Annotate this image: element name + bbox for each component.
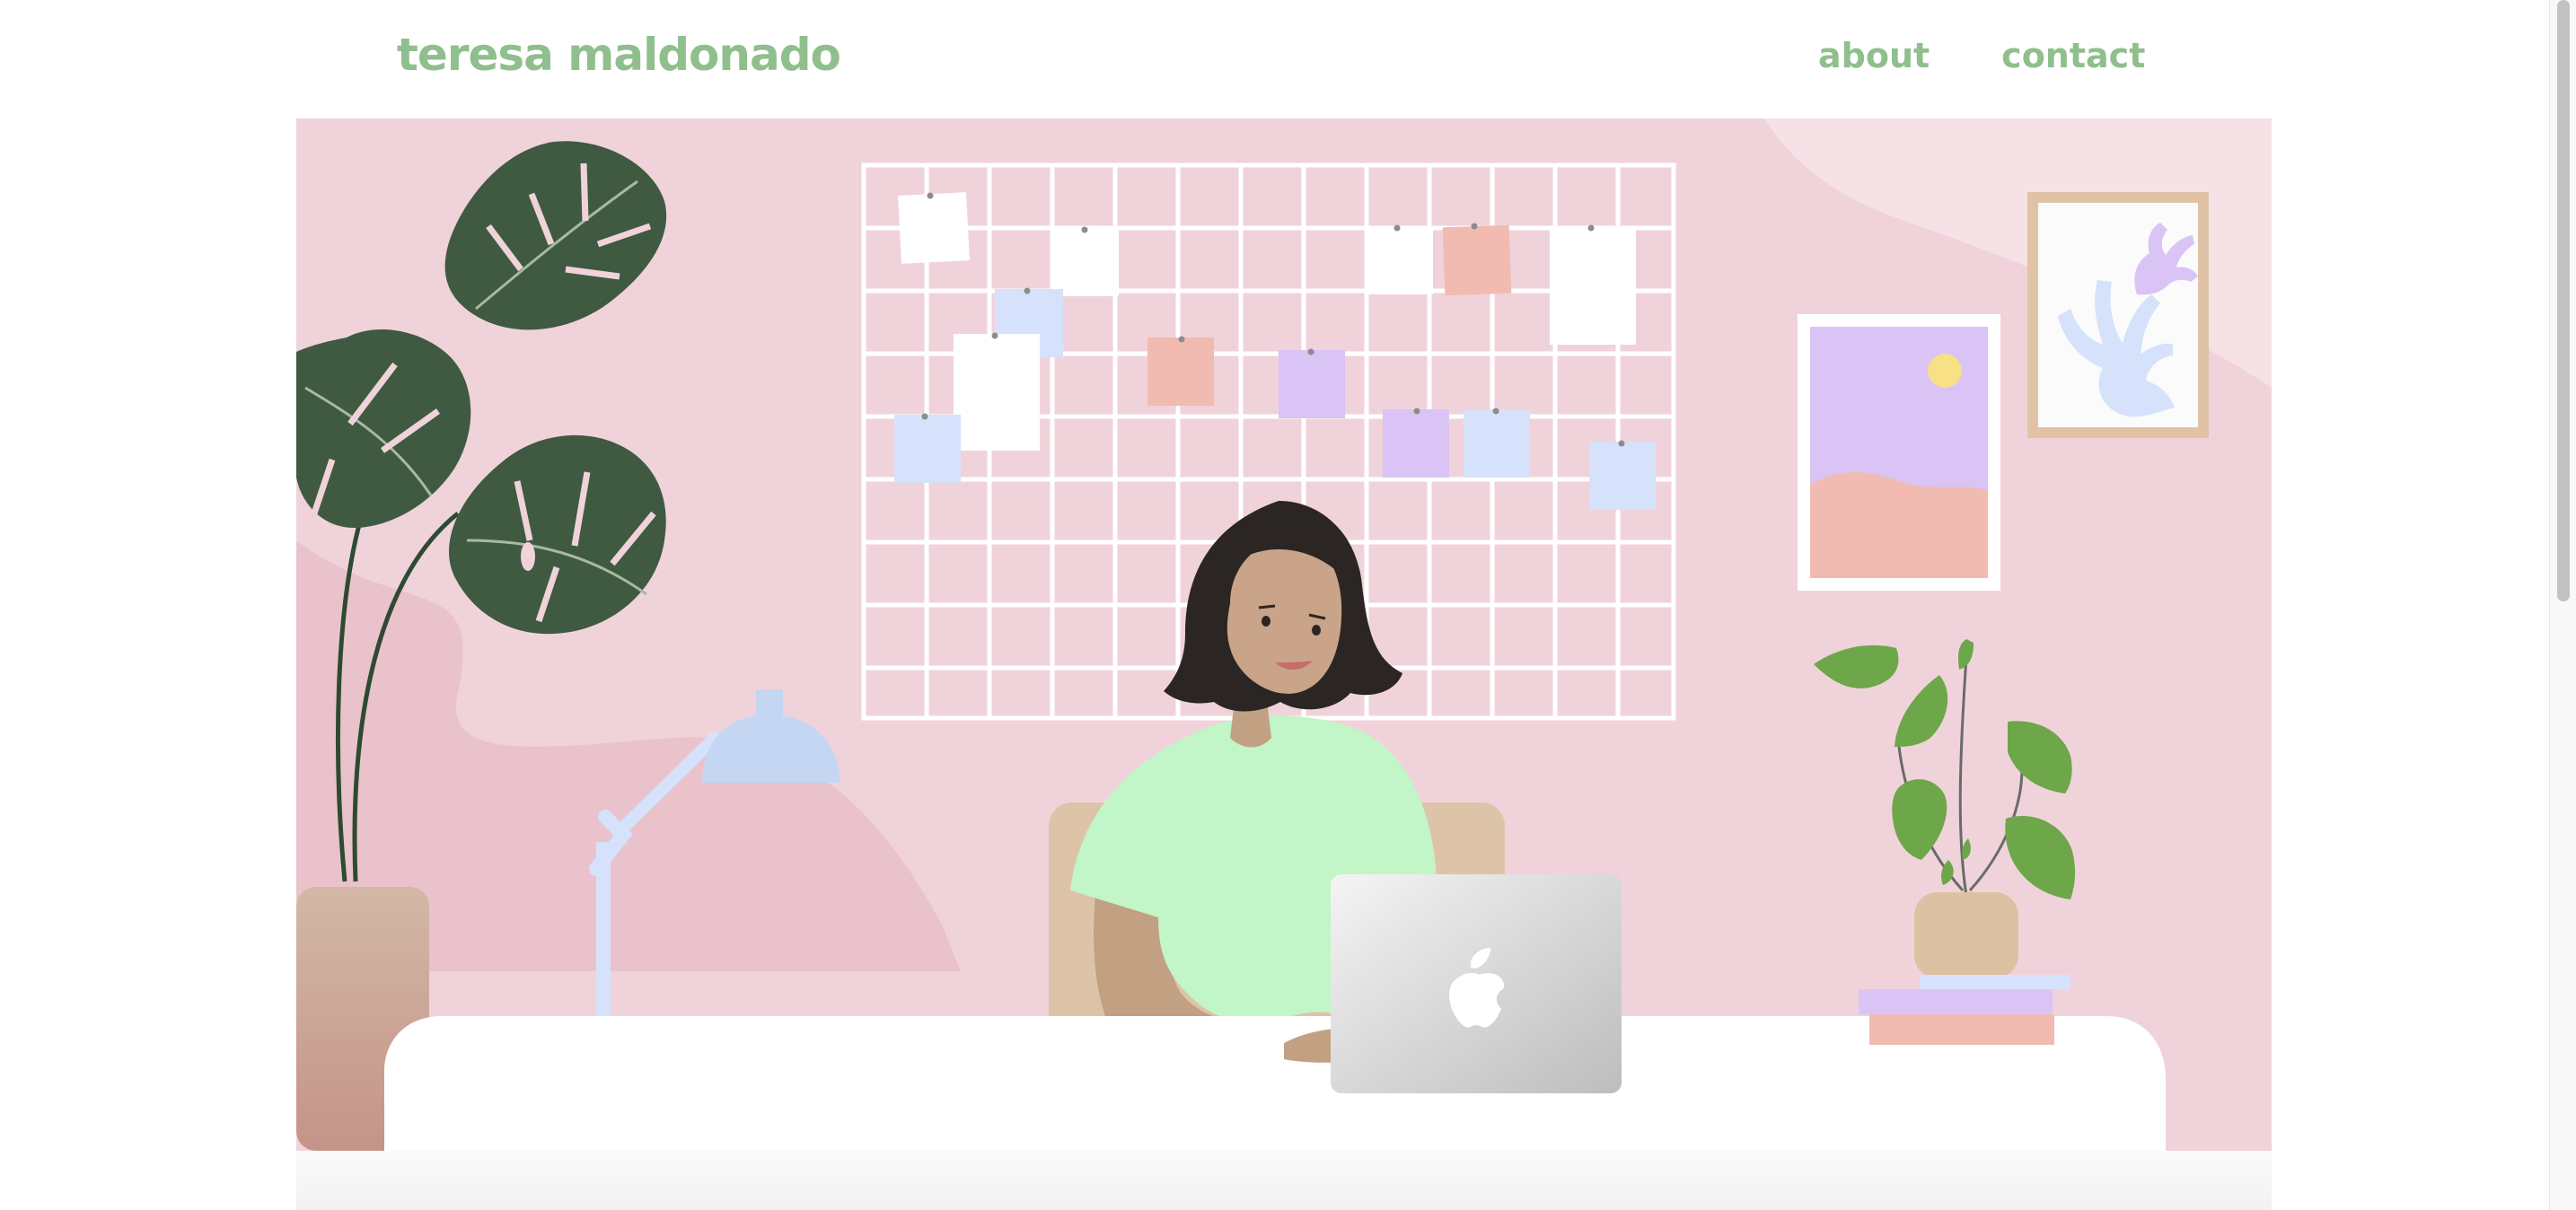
content-divider	[296, 1151, 2272, 1210]
sticky-note-icon	[1383, 409, 1449, 478]
framed-landscape-icon	[1798, 314, 2000, 591]
site-header: teresa maldonado about contact	[0, 0, 2550, 117]
nav-link-contact[interactable]: contact	[2001, 31, 2145, 81]
page-scrollbar[interactable]	[2549, 0, 2576, 1210]
nav-link-about[interactable]: about	[1818, 31, 1930, 81]
sticky-note-icon	[1052, 228, 1119, 296]
sticky-note-icon	[1279, 350, 1345, 418]
framed-coral-print-icon	[2027, 192, 2209, 438]
scrollbar-thumb[interactable]	[2557, 0, 2570, 601]
sticky-note-icon	[954, 334, 1040, 451]
sticky-note-icon	[1147, 338, 1214, 406]
sticky-note-icon	[1464, 409, 1530, 478]
main-nav: about contact	[1818, 31, 2145, 81]
workspace-illustration	[296, 118, 2272, 1151]
sticky-note-icon	[1589, 442, 1656, 510]
sticky-note-icon	[1442, 224, 1512, 296]
sticky-note-icon	[894, 415, 961, 483]
laptop-icon	[1331, 874, 1622, 1093]
site-title[interactable]: teresa maldonado	[397, 23, 841, 86]
sticky-note-icon	[1365, 226, 1433, 294]
sticky-note-icon	[898, 192, 970, 264]
sticky-note-icon	[1550, 226, 1636, 345]
hero-illustration	[296, 118, 2272, 1151]
